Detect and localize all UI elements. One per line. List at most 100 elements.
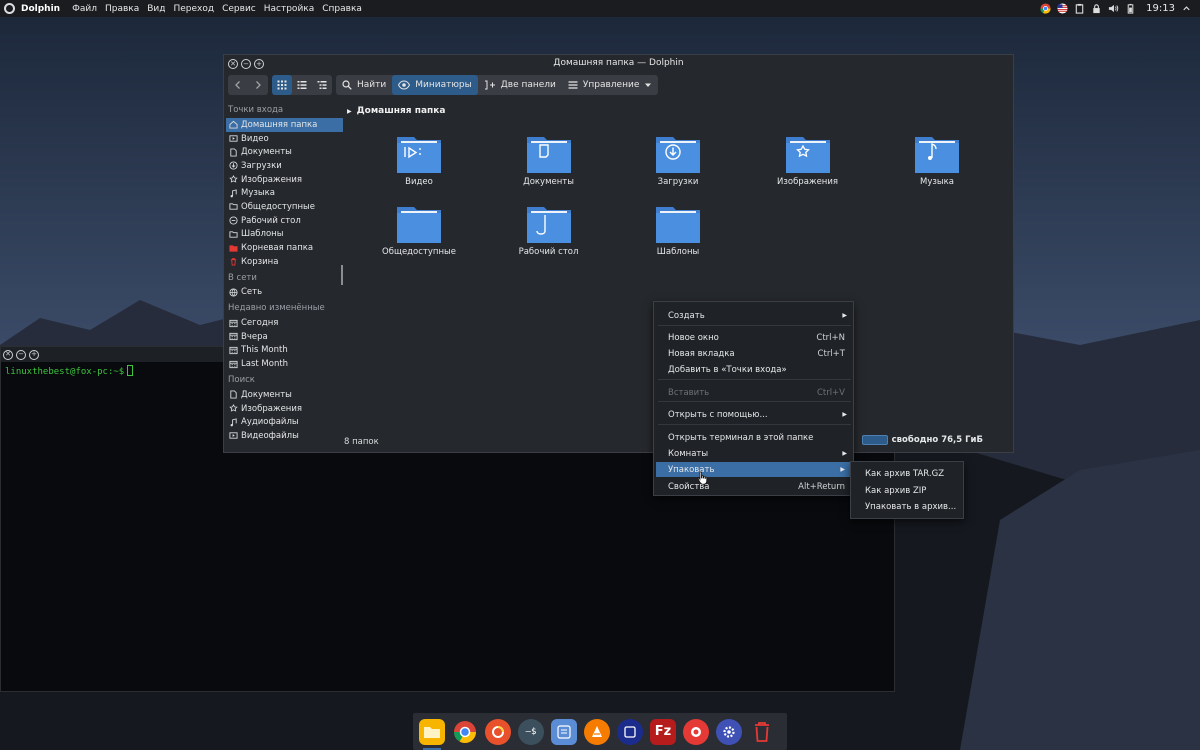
menu-edit[interactable]: Правка [105, 4, 139, 14]
folder-item[interactable]: Общедоступные [369, 201, 469, 257]
submenu-arrow-icon: ▶ [840, 466, 845, 473]
sidebar-item[interactable]: Корзина [226, 255, 343, 269]
sidebar-item[interactable]: Музыка [226, 186, 343, 200]
context-menu-item[interactable]: Открыть с помощью... ▶ [654, 407, 853, 422]
sidebar-item-label: Корзина [241, 256, 279, 267]
folder-item[interactable]: Документы [499, 131, 599, 187]
context-menu-item[interactable]: Новое окно Ctrl+N [654, 330, 853, 345]
sidebar-item[interactable]: Общедоступные [226, 200, 343, 214]
compact-view-button[interactable] [292, 75, 312, 95]
menu-separator [658, 401, 851, 402]
us-flag-icon[interactable] [1057, 3, 1068, 14]
home-icon [229, 120, 238, 129]
volume-icon[interactable] [1108, 3, 1119, 14]
icons-view-button[interactable] [272, 75, 292, 95]
context-menu-item[interactable]: Комнаты ▶ [654, 446, 853, 461]
context-menu-item[interactable]: Новая вкладка Ctrl+T [654, 346, 853, 361]
context-menu-item[interactable]: Упаковать ▶ [656, 462, 851, 477]
folder-item[interactable]: Рабочий стол [499, 201, 599, 257]
view-mode-group [272, 75, 332, 95]
folder-item[interactable]: Музыка [887, 131, 987, 187]
folder-item[interactable]: Загрузки [628, 131, 728, 187]
code-editor-app-button[interactable] [617, 718, 643, 745]
location-header: ▶ Домашняя папка [344, 101, 1012, 116]
settings-app-button[interactable] [716, 718, 742, 745]
trash-app-button[interactable] [749, 719, 775, 745]
sidebar-resize-handle[interactable] [341, 265, 343, 285]
folder-item[interactable]: Видео [369, 131, 469, 187]
sidebar-item[interactable]: Вчера [226, 330, 343, 344]
sidebar-item[interactable]: Документы [226, 145, 343, 159]
sidebar-item[interactable]: This Month [226, 344, 343, 358]
vlc-app-button[interactable] [584, 718, 610, 745]
sidebar-item[interactable]: Сегодня [226, 316, 343, 330]
terminal-app-icon: –$ [525, 726, 537, 737]
expand-tray-icon[interactable] [1181, 3, 1192, 14]
context-menu-item[interactable]: Открыть терминал в этой папке [654, 430, 853, 445]
sidebar-item[interactable]: Видео [226, 132, 343, 146]
control-label: Управление [582, 80, 640, 90]
menu-go[interactable]: Переход [173, 4, 214, 14]
free-space-indicator[interactable]: свободно 76,5 ГиБ [861, 435, 983, 445]
chrome-tray-icon[interactable] [1040, 3, 1051, 14]
context-menu-item[interactable]: Свойства Alt+Return [654, 479, 853, 494]
dolphin-window[interactable]: Домашняя папка — Dolphin ✕ − + Найти Мин… [223, 54, 1014, 453]
compress-submenu-item[interactable]: Как архив ZIP [851, 483, 963, 498]
battery-icon[interactable] [1125, 3, 1136, 14]
compress-submenu-item[interactable]: Как архив TAR.GZ [851, 466, 963, 481]
sidebar-item[interactable]: Шаблоны [226, 228, 343, 242]
back-button[interactable] [228, 75, 248, 95]
dropdown-arrow-icon [645, 83, 652, 87]
terminal-app-button[interactable]: –$ [518, 718, 544, 745]
sidebar-item[interactable]: Загрузки [226, 159, 343, 173]
media-app-icon [691, 726, 701, 737]
folder-label: Музыка [920, 177, 954, 187]
sidebar-item[interactable]: Рабочий стол [226, 214, 343, 228]
lock-icon[interactable] [1091, 3, 1102, 14]
sidebar-item[interactable]: Сеть [226, 286, 343, 300]
compress-submenu-item[interactable]: Упаковать в архив... [851, 499, 963, 514]
close-icon[interactable]: ✕ [3, 349, 13, 360]
context-menu-item[interactable]: Создать ▶ [654, 308, 853, 323]
calendar-icon [229, 319, 238, 328]
split-view-button[interactable]: Две панели [478, 75, 562, 95]
forward-button[interactable] [248, 75, 268, 95]
control-menu-button[interactable]: Управление [562, 75, 658, 95]
menu-item-label: Новое окно [668, 332, 719, 343]
context-menu-item[interactable]: Добавить в «Точки входа» [654, 362, 853, 377]
sidebar-item[interactable]: Last Month [226, 357, 343, 371]
menu-view[interactable]: Вид [147, 4, 165, 14]
sidebar-item[interactable]: Изображения [226, 173, 343, 187]
preview-button[interactable]: Миниатюры [392, 75, 478, 95]
details-view-button[interactable] [312, 75, 332, 95]
find-button[interactable]: Найти [336, 75, 392, 95]
filezilla-app-button[interactable]: Fz [650, 718, 676, 745]
sidebar-item[interactable]: Корневая папка [226, 241, 343, 255]
notes-app-button[interactable] [551, 718, 577, 745]
clipboard-icon[interactable] [1074, 3, 1085, 14]
app-launcher-icon[interactable] [4, 3, 15, 14]
sidebar-item[interactable]: Домашняя папка [226, 118, 343, 132]
folder-item[interactable]: Шаблоны [628, 201, 728, 257]
clock[interactable]: 19:13 [1146, 3, 1175, 14]
dolphin-titlebar[interactable]: Домашняя папка — Dolphin ✕ − + [224, 55, 1013, 73]
maximize-icon[interactable]: + [29, 349, 39, 360]
media-app-button[interactable] [683, 718, 709, 745]
network-header: В сети [228, 272, 257, 283]
firefox-app-button[interactable] [485, 718, 511, 745]
submenu-arrow-icon: ▶ [842, 312, 847, 319]
minimize-icon[interactable]: − [16, 349, 26, 360]
menu-help[interactable]: Справка [322, 4, 362, 14]
sidebar-item[interactable]: Аудиофайлы [226, 415, 343, 429]
sidebar-item[interactable]: Изображения [226, 402, 343, 416]
menu-tools[interactable]: Сервис [222, 4, 256, 14]
menu-file[interactable]: Файл [72, 4, 97, 14]
menu-settings[interactable]: Настройка [264, 4, 315, 14]
sidebar-item[interactable]: Видеофайлы [226, 429, 343, 443]
menu-item-label: Создать [668, 310, 705, 321]
folder-item[interactable]: Изображения [758, 131, 858, 187]
files-app-button[interactable] [419, 718, 445, 750]
sidebar-item-label: Видеофайлы [241, 430, 299, 441]
sidebar-item[interactable]: Документы [226, 388, 343, 402]
chrome-app-button[interactable] [452, 719, 478, 745]
